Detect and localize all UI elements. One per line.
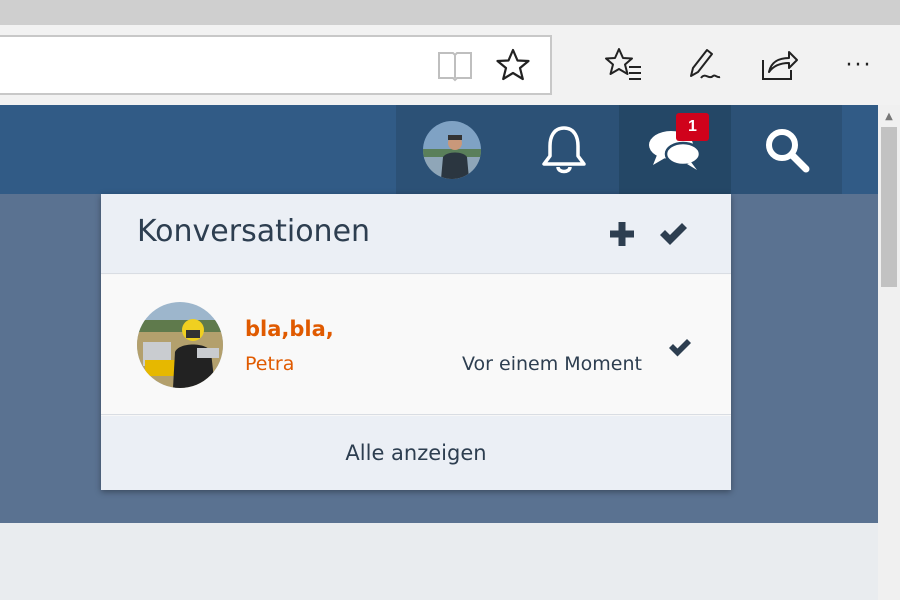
favorites-hub-icon[interactable] [600,43,646,87]
page-content [0,523,878,600]
share-icon[interactable] [756,43,802,87]
user-avatar [423,120,481,179]
site-header [0,105,878,194]
dropdown-header: Konversationen [101,194,731,274]
conversation-avatar[interactable] [137,302,223,388]
conversations-dropdown: Konversationen bla,bla, Petra Vor einem … [101,194,731,490]
scrollbar-thumb[interactable] [881,127,897,287]
conversation-time: Vor einem Moment [462,353,642,375]
check-icon[interactable] [656,218,690,250]
bell-icon [541,125,586,173]
web-note-pen-icon[interactable] [680,43,726,87]
show-all-link[interactable]: Alle anzeigen [101,416,731,490]
conversation-subject[interactable]: bla,bla, [245,317,334,341]
search-icon [765,128,809,172]
conversation-count-badge: 1 [676,113,709,141]
nav-search[interactable] [731,105,842,194]
browser-tab-strip [0,0,900,25]
conversation-item[interactable]: bla,bla, Petra Vor einem Moment [101,275,731,415]
nav-conversations[interactable] [619,105,731,194]
nav-notifications[interactable] [508,105,619,194]
nav-user-avatar[interactable] [396,105,508,194]
more-icon[interactable]: ··· [836,43,882,87]
plus-icon[interactable] [606,218,638,250]
conversation-user[interactable]: Petra [245,353,294,375]
browser-toolbar: ··· [0,25,900,105]
reading-view-icon[interactable] [432,43,478,87]
dropdown-title: Konversationen [137,214,371,249]
vertical-scrollbar[interactable]: ▲ [878,105,900,600]
scroll-up-arrow-icon[interactable]: ▲ [878,105,900,127]
show-all-label[interactable]: Alle anzeigen [345,441,486,465]
check-icon[interactable] [666,333,694,361]
favorite-star-icon[interactable] [490,43,536,87]
